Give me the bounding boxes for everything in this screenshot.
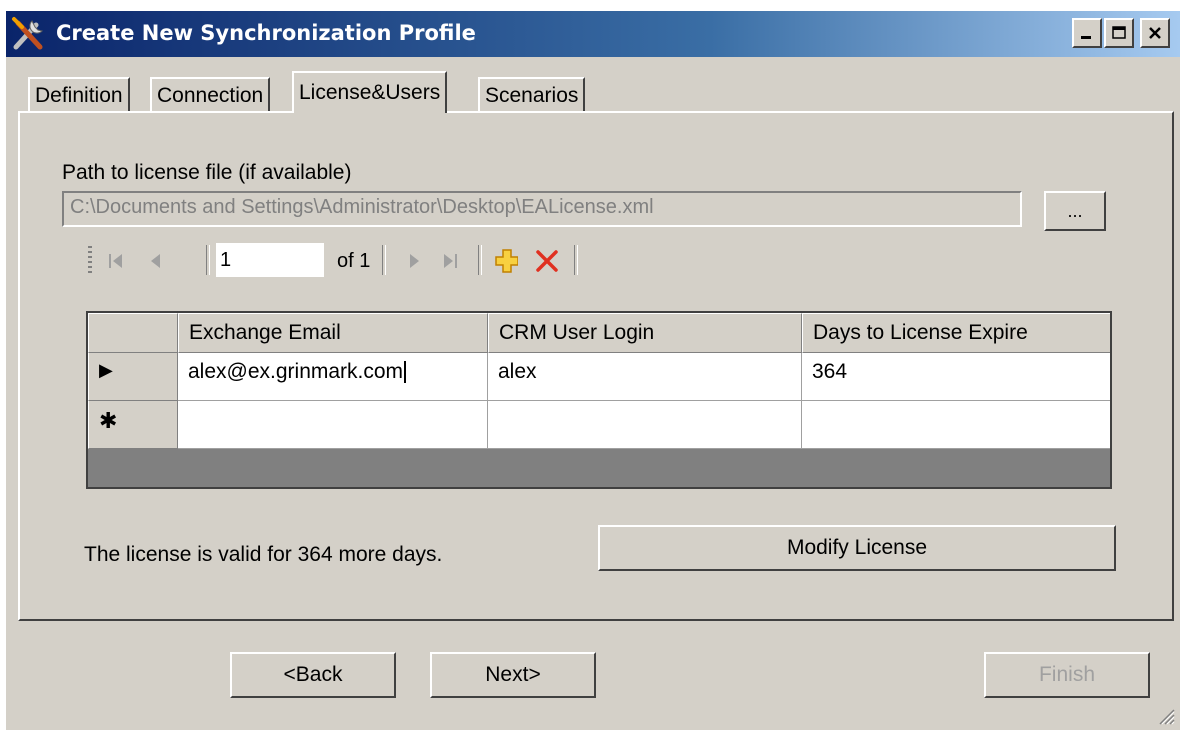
cell-crm-user-login-new[interactable]	[488, 401, 802, 449]
users-grid[interactable]: Exchange Email CRM User Login Days to Li…	[86, 311, 1112, 489]
dialog-window: Create New Synchronization Profile Defin…	[6, 11, 1180, 730]
row-indicator-current[interactable]: ▶	[88, 353, 178, 401]
column-header-days-to-expire[interactable]: Days to License Expire	[802, 313, 1110, 353]
text-caret	[404, 361, 407, 384]
position-input[interactable]	[216, 243, 324, 277]
cell-exchange-email-new[interactable]	[178, 401, 488, 449]
cell-days-to-expire[interactable]: 364	[802, 353, 1110, 401]
column-header-crm-user-login[interactable]: CRM User Login	[488, 313, 802, 353]
browse-button[interactable]: ...	[1044, 191, 1106, 231]
binding-navigator: of 1	[82, 237, 622, 283]
move-previous-icon[interactable]	[144, 249, 168, 273]
cell-crm-user-login[interactable]: alex	[488, 353, 802, 401]
column-header-exchange-email[interactable]: Exchange Email	[178, 313, 488, 353]
cell-text: alex@ex.grinmark.com	[188, 360, 404, 383]
license-path-label: Path to license file (if available)	[62, 161, 352, 184]
corner-header	[88, 313, 178, 353]
license-path-field[interactable]: C:\Documents and Settings\Administrator\…	[62, 191, 1022, 227]
cell-exchange-email[interactable]: alex@ex.grinmark.com	[178, 353, 488, 401]
add-icon[interactable]	[494, 249, 518, 273]
delete-icon[interactable]	[534, 249, 558, 273]
move-last-icon[interactable]	[438, 249, 462, 273]
row-indicator-new[interactable]: ✱	[88, 401, 178, 449]
separator	[478, 245, 482, 275]
separator	[206, 245, 210, 275]
license-status-text: The license is valid for 364 more days.	[84, 543, 443, 566]
count-label: of 1	[337, 250, 371, 272]
cell-days-to-expire-new[interactable]	[802, 401, 1110, 449]
toolbar-grip[interactable]	[88, 246, 92, 274]
separator	[574, 245, 578, 275]
modify-license-button[interactable]: Modify License	[598, 525, 1116, 571]
move-first-icon[interactable]	[104, 249, 128, 273]
separator	[382, 245, 386, 275]
move-next-icon[interactable]	[402, 249, 426, 273]
